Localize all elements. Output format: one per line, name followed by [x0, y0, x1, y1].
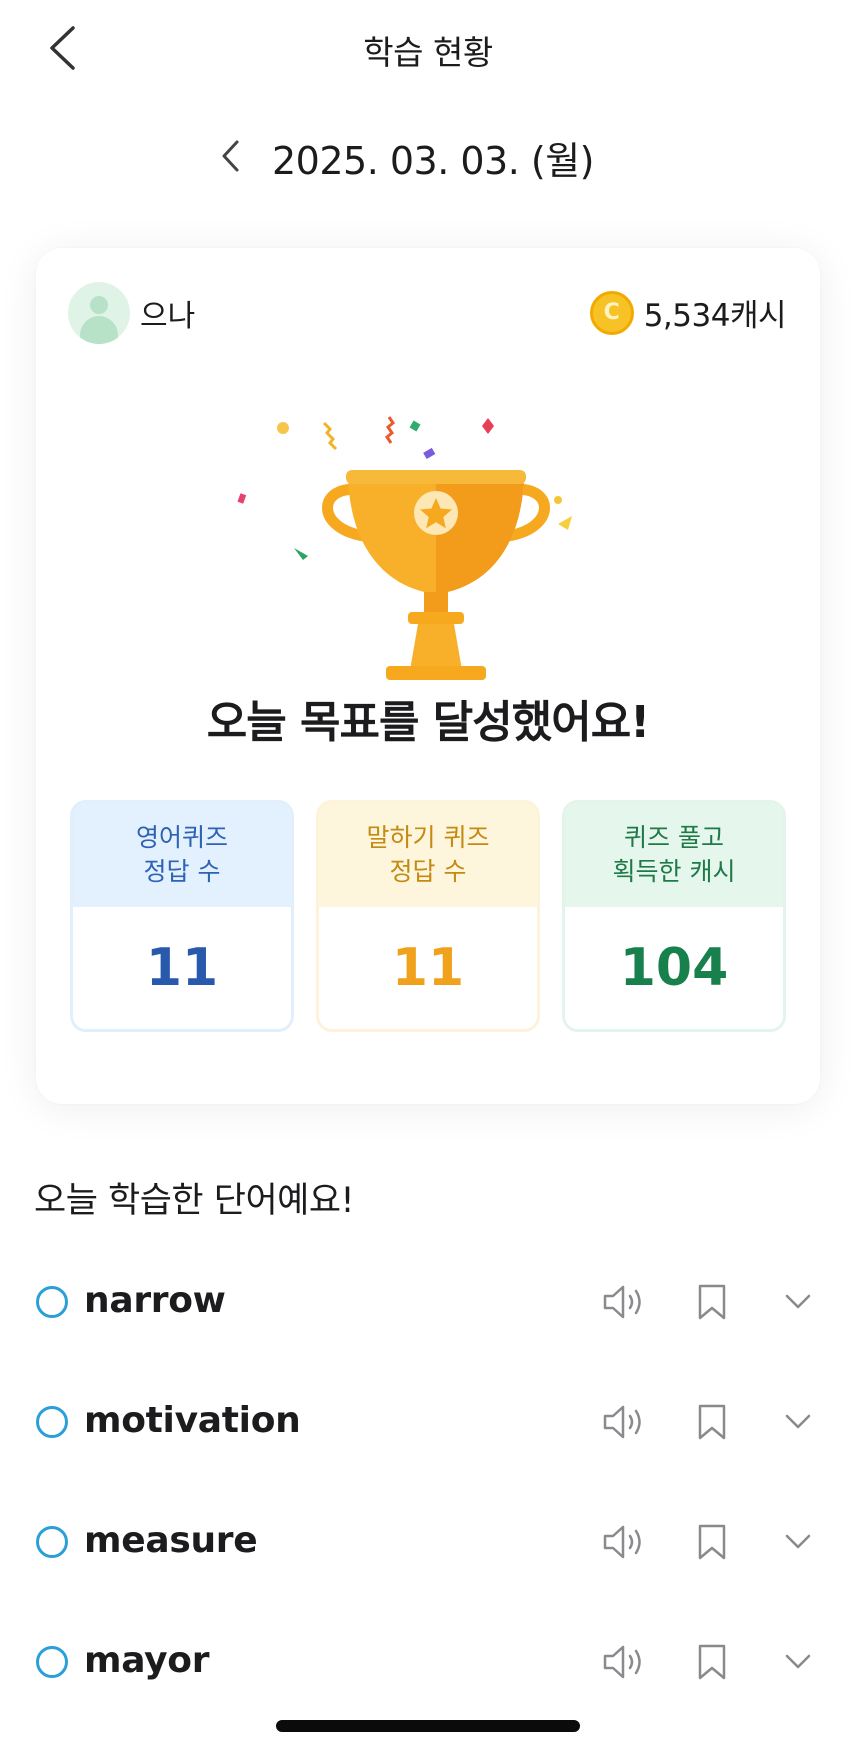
- goal-achieved-message: 오늘 목표를 달성했어요!: [206, 697, 651, 748]
- date-navigator: 2025. 03. 03. (월): [0, 126, 856, 186]
- word-check-circle[interactable]: [36, 1286, 68, 1318]
- pronounce-button[interactable]: [596, 1636, 652, 1688]
- speaker-icon: [603, 1285, 641, 1319]
- bookmark-icon: [698, 1644, 726, 1680]
- user-name: 으나: [140, 299, 196, 334]
- chevron-down-icon: [785, 1414, 811, 1429]
- pronounce-button[interactable]: [596, 1276, 652, 1328]
- coin-icon: C: [589, 290, 634, 335]
- stats-row: 영어퀴즈 정답 수 11 말하기 퀴즈 정답 수 11 퀴즈 풀고 획득한 캐시…: [70, 800, 786, 1032]
- user-profile: 으나: [68, 282, 195, 344]
- word-text: mayor: [84, 1640, 210, 1681]
- speaking-quiz-stat: 말하기 퀴즈 정답 수 11: [316, 800, 540, 1032]
- home-indicator: [276, 1720, 580, 1732]
- word-check-circle[interactable]: [36, 1646, 68, 1678]
- trophy-illustration: [236, 398, 636, 698]
- word-check-circle[interactable]: [36, 1406, 68, 1438]
- word-row: measure: [0, 1504, 856, 1584]
- word-row: mayor: [0, 1624, 856, 1704]
- cash-amount: 5,534캐시: [643, 298, 787, 334]
- word-row: narrow: [0, 1264, 856, 1344]
- expand-button[interactable]: [770, 1396, 826, 1448]
- stat-label: 말하기 퀴즈 정답 수: [319, 803, 537, 907]
- bookmark-button[interactable]: [684, 1516, 740, 1568]
- pronounce-button[interactable]: [596, 1516, 652, 1568]
- english-quiz-stat: 영어퀴즈 정답 수 11: [70, 800, 294, 1032]
- current-date: 2025. 03. 03. (월): [272, 139, 595, 183]
- stat-value: 11: [73, 907, 291, 1029]
- chevron-down-icon: [785, 1534, 811, 1549]
- cash-balance: C 5,534캐시: [589, 290, 787, 335]
- word-check-circle[interactable]: [36, 1526, 68, 1558]
- bookmark-button[interactable]: [684, 1636, 740, 1688]
- speaker-icon: [603, 1405, 641, 1439]
- bookmark-button[interactable]: [684, 1276, 740, 1328]
- stat-value: 104: [565, 907, 783, 1029]
- bookmark-icon: [698, 1404, 726, 1440]
- speaker-icon: [603, 1645, 641, 1679]
- bookmark-icon: [698, 1524, 726, 1560]
- stat-value: 11: [319, 907, 537, 1029]
- word-text: measure: [84, 1520, 258, 1561]
- previous-date-button[interactable]: [212, 136, 248, 176]
- chevron-down-icon: [785, 1654, 811, 1669]
- chevron-left-icon: [222, 140, 239, 172]
- word-text: motivation: [84, 1400, 301, 1441]
- page-title: 학습 현황: [363, 33, 493, 72]
- header: 학습 현황: [0, 0, 856, 96]
- avatar: [68, 282, 130, 344]
- daily-summary-card: 으나 C 5,534캐시 오늘 목표를 달성했어요! 영어퀴즈 정답 수 11 …: [36, 248, 820, 1104]
- earned-cash-stat: 퀴즈 풀고 획득한 캐시 104: [562, 800, 786, 1032]
- stat-label: 퀴즈 풀고 획득한 캐시: [565, 803, 783, 907]
- bookmark-button[interactable]: [684, 1396, 740, 1448]
- word-text: narrow: [84, 1280, 226, 1321]
- pronounce-button[interactable]: [596, 1396, 652, 1448]
- word-row: motivation: [0, 1384, 856, 1464]
- words-section-title: 오늘 학습한 단어예요!: [34, 1181, 355, 1221]
- stat-label: 영어퀴즈 정답 수: [73, 803, 291, 907]
- expand-button[interactable]: [770, 1636, 826, 1688]
- chevron-down-icon: [785, 1294, 811, 1309]
- expand-button[interactable]: [770, 1516, 826, 1568]
- expand-button[interactable]: [770, 1276, 826, 1328]
- speaker-icon: [603, 1525, 641, 1559]
- bookmark-icon: [698, 1284, 726, 1320]
- trophy-icon: [237, 416, 572, 680]
